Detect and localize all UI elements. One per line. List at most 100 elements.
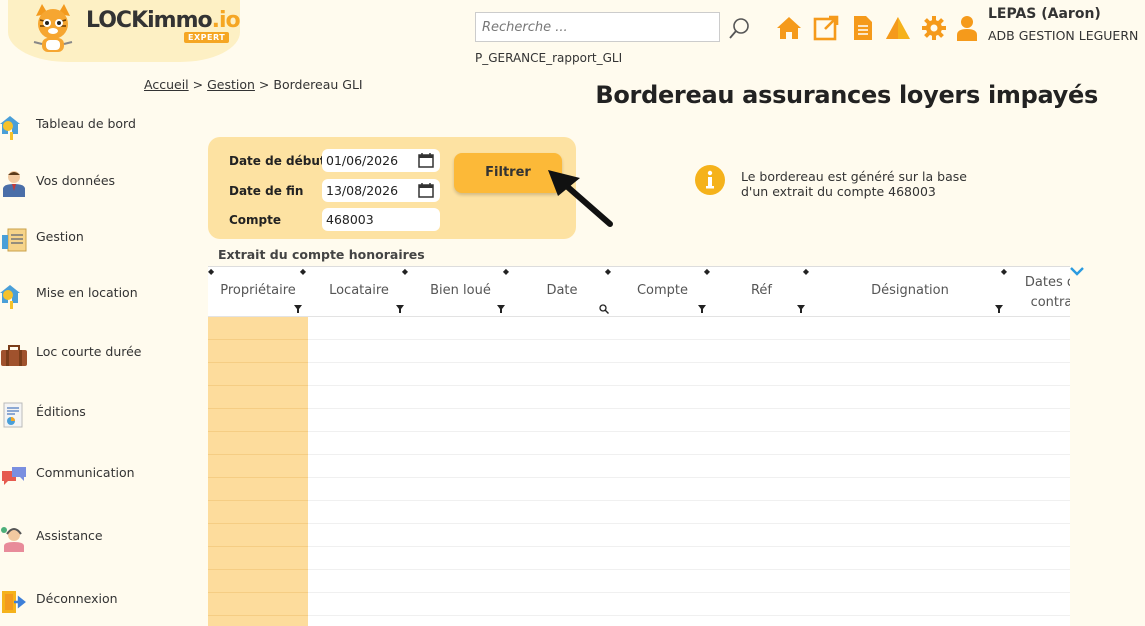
table-row[interactable] — [208, 478, 1070, 501]
start-date-field[interactable]: 01/06/2026 — [322, 149, 440, 172]
table-row[interactable] — [208, 386, 1070, 409]
sort-icon[interactable]: ◆ — [402, 268, 408, 276]
sidebar-item-label: Gestion — [36, 229, 84, 244]
column-header-bien-loue[interactable]: ◆ Bien loué — [410, 267, 511, 317]
sidebar-item-tableau-de-bord[interactable]: Tableau de bord — [0, 108, 170, 144]
search-input[interactable] — [475, 12, 720, 42]
column-header-ref[interactable]: ◆ Réf — [712, 267, 811, 317]
calendar-icon[interactable] — [418, 152, 434, 168]
table-row[interactable] — [208, 409, 1070, 432]
table-row[interactable] — [208, 593, 1070, 616]
table-cell — [208, 363, 308, 386]
info-line-2: d'un extrait du compte 468003 — [741, 184, 936, 199]
column-label: Désignation — [871, 283, 949, 298]
cat-mascot-logo — [33, 4, 73, 52]
sort-icon[interactable]: ◆ — [704, 268, 710, 276]
column-label: Compte — [636, 283, 689, 298]
table-row[interactable] — [208, 340, 1070, 363]
sidebar-item-loc-courte-duree[interactable]: Loc courte durée — [0, 336, 170, 372]
sort-icon[interactable]: ◆ — [803, 268, 809, 276]
logo-main: LOCKimmo — [86, 8, 213, 33]
end-date-label: Date de fin — [229, 184, 304, 198]
sidebar-item-label: Assistance — [36, 528, 103, 543]
sort-icon[interactable]: ◆ — [1001, 268, 1007, 276]
sort-icon[interactable]: ◆ — [503, 268, 509, 276]
house-key-icon — [0, 116, 20, 140]
sort-icon[interactable]: ◆ — [605, 268, 611, 276]
chevron-down-icon[interactable] — [1069, 265, 1085, 277]
breadcrumb-current: Bordereau GLI — [273, 77, 363, 92]
account-field[interactable]: 468003 — [322, 208, 440, 231]
sidebar-item-label: Éditions — [36, 404, 86, 419]
breadcrumb-separator: > — [258, 77, 270, 92]
breadcrumb-gestion[interactable]: Gestion — [207, 77, 255, 92]
table-row[interactable] — [208, 317, 1070, 340]
column-label: Réf — [750, 283, 773, 298]
sidebar-item-communication[interactable]: Communication — [0, 457, 170, 493]
info-message: Le bordereau est généré sur la base d'un… — [741, 169, 967, 199]
person-icon — [3, 171, 25, 197]
table-row[interactable] — [208, 455, 1070, 478]
home-icon[interactable] — [775, 14, 803, 42]
table-row[interactable] — [208, 432, 1070, 455]
user-company: ADB GESTION LEGUERN — [988, 28, 1139, 43]
table-row[interactable] — [208, 524, 1070, 547]
breadcrumb-home[interactable]: Accueil — [144, 77, 189, 92]
page-title: Bordereau assurances loyers impayés — [595, 81, 1098, 109]
info-line-1: Le bordereau est généré sur la base — [741, 169, 967, 184]
table-cell — [208, 501, 308, 524]
column-header-date[interactable]: ◆ Date — [511, 267, 613, 317]
filter-funnel-icon[interactable] — [497, 305, 505, 313]
sort-icon[interactable]: ◆ — [208, 268, 214, 276]
column-header-dates-contrat[interactable]: Dates de contrat — [1009, 267, 1070, 317]
column-label: Locataire — [329, 283, 389, 298]
table-row[interactable] — [208, 570, 1070, 593]
table-row[interactable] — [208, 616, 1070, 626]
sidebar-item-label: Mise en location — [36, 285, 138, 300]
table-cell — [208, 478, 308, 501]
end-date-field[interactable]: 13/08/2026 — [322, 179, 440, 202]
sidebar-item-vos-donnees[interactable]: Vos données — [0, 165, 170, 201]
filter-funnel-icon[interactable] — [995, 305, 1003, 313]
sidebar-item-gestion[interactable]: Gestion — [0, 221, 170, 257]
column-label: Date — [546, 283, 578, 298]
data-table: ◆ ◆ Propriétaire ◆ Locataire ◆ Bien loué… — [208, 266, 1070, 626]
logo-suffix: .io — [211, 8, 241, 33]
start-date-value: 01/06/2026 — [326, 153, 399, 168]
table-cell — [208, 455, 308, 478]
sort-icon[interactable]: ◆ — [300, 268, 306, 276]
account-value: 468003 — [326, 212, 374, 227]
user-icon[interactable] — [953, 14, 981, 42]
filter-funnel-icon[interactable] — [797, 305, 805, 313]
table-row[interactable] — [208, 363, 1070, 386]
column-header-compte[interactable]: ◆ Compte — [613, 267, 712, 317]
sidebar-item-deconnexion[interactable]: Déconnexion — [0, 583, 170, 619]
sidebar-item-label: Vos données — [36, 173, 116, 188]
filter-funnel-icon[interactable] — [396, 305, 404, 313]
table-row[interactable] — [208, 501, 1070, 524]
calendar-icon[interactable] — [418, 182, 434, 198]
sidebar-item-label: Communication — [36, 465, 135, 480]
column-header-locataire[interactable]: ◆ Locataire — [308, 267, 410, 317]
chat-icon — [2, 467, 26, 485]
sidebar-item-editions[interactable]: Éditions — [0, 396, 170, 432]
table-row[interactable] — [208, 547, 1070, 570]
filter-funnel-icon[interactable] — [698, 305, 706, 313]
document-icon[interactable] — [848, 14, 876, 42]
user-name[interactable]: LEPAS (Aaron) — [988, 6, 1101, 22]
column-header-designation[interactable]: ◆ Désignation — [811, 267, 1009, 317]
gear-icon[interactable] — [920, 14, 948, 42]
account-label: Compte — [229, 213, 282, 227]
column-label: Propriétaire — [220, 283, 296, 298]
filter-funnel-icon[interactable] — [294, 305, 302, 313]
external-link-icon[interactable] — [812, 14, 840, 42]
search-icon[interactable] — [728, 16, 750, 40]
breadcrumb: Accueil > Gestion > Bordereau GLI — [144, 77, 363, 92]
alert-icon[interactable] — [884, 14, 912, 42]
search-icon[interactable] — [599, 304, 609, 314]
sidebar-item-mise-en-location[interactable]: Mise en location — [0, 277, 170, 313]
column-header-proprietaire[interactable]: ◆ ◆ Propriétaire — [208, 267, 308, 317]
table-caption: Extrait du compte honoraires — [218, 247, 425, 262]
sidebar-item-label: Tableau de bord — [36, 116, 136, 131]
sidebar-item-assistance[interactable]: Assistance — [0, 520, 170, 556]
